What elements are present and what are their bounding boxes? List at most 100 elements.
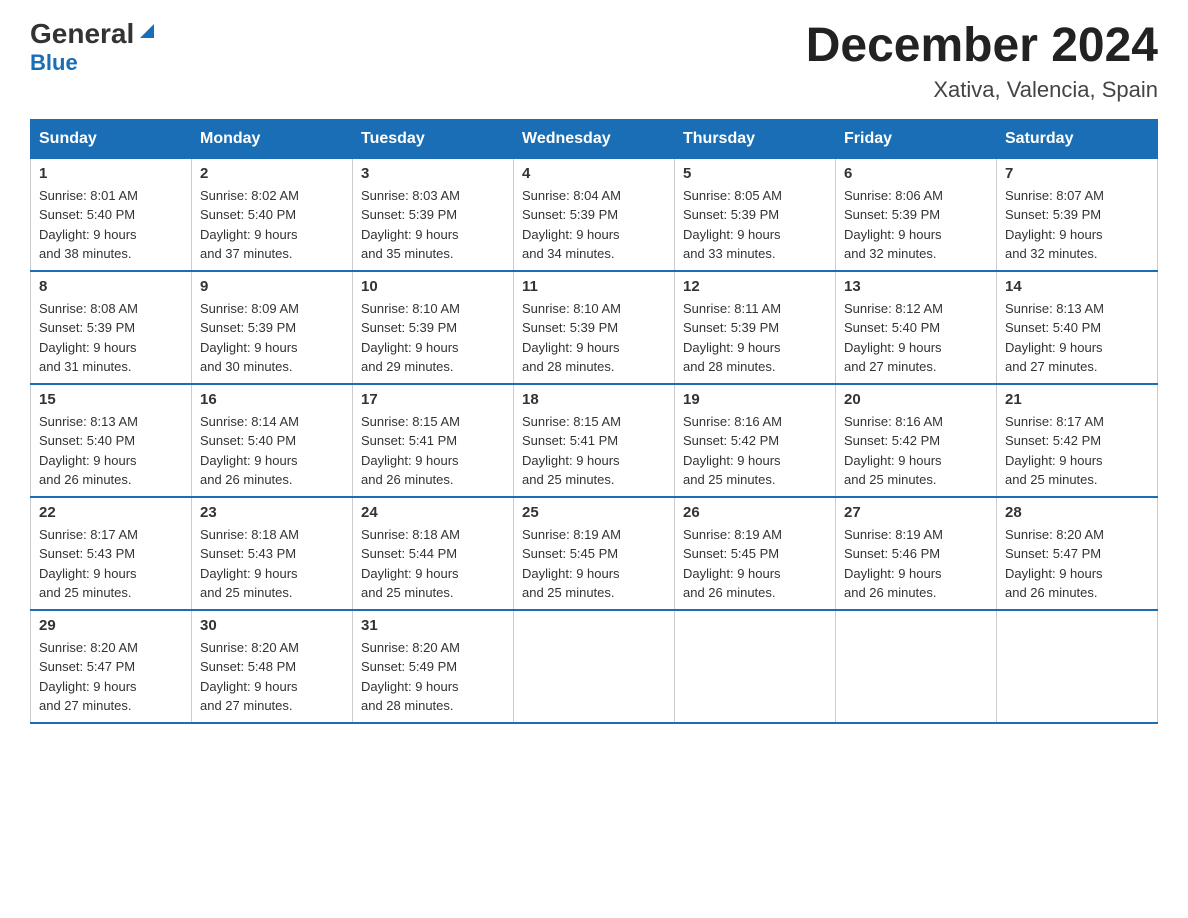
daylight-minutes: and 29 minutes. [361, 359, 454, 374]
daylight-label: Daylight: 9 hours [683, 227, 781, 242]
sunset-label: Sunset: 5:40 PM [200, 433, 296, 448]
sunrise-label: Sunrise: 8:01 AM [39, 188, 138, 203]
table-row [836, 610, 997, 723]
logo: General Blue [30, 20, 158, 76]
day-info: Sunrise: 8:17 AM Sunset: 5:42 PM Dayligh… [1005, 412, 1149, 490]
table-row: 11 Sunrise: 8:10 AM Sunset: 5:39 PM Dayl… [514, 271, 675, 384]
sunrise-label: Sunrise: 8:17 AM [39, 527, 138, 542]
daylight-label: Daylight: 9 hours [1005, 340, 1103, 355]
day-info: Sunrise: 8:17 AM Sunset: 5:43 PM Dayligh… [39, 525, 183, 603]
calendar-week-row: 1 Sunrise: 8:01 AM Sunset: 5:40 PM Dayli… [31, 158, 1158, 271]
col-monday: Monday [192, 119, 353, 158]
day-info: Sunrise: 8:02 AM Sunset: 5:40 PM Dayligh… [200, 186, 344, 264]
daylight-label: Daylight: 9 hours [844, 566, 942, 581]
day-number: 17 [361, 391, 505, 408]
day-info: Sunrise: 8:16 AM Sunset: 5:42 PM Dayligh… [844, 412, 988, 490]
daylight-label: Daylight: 9 hours [361, 679, 459, 694]
day-number: 4 [522, 165, 666, 182]
daylight-minutes: and 28 minutes. [361, 698, 454, 713]
sunset-label: Sunset: 5:39 PM [844, 207, 940, 222]
day-number: 25 [522, 504, 666, 521]
day-info: Sunrise: 8:09 AM Sunset: 5:39 PM Dayligh… [200, 299, 344, 377]
day-number: 18 [522, 391, 666, 408]
table-row: 27 Sunrise: 8:19 AM Sunset: 5:46 PM Dayl… [836, 497, 997, 610]
daylight-minutes: and 34 minutes. [522, 246, 615, 261]
sunset-label: Sunset: 5:39 PM [683, 207, 779, 222]
day-number: 3 [361, 165, 505, 182]
daylight-label: Daylight: 9 hours [1005, 566, 1103, 581]
daylight-minutes: and 25 minutes. [200, 585, 293, 600]
sunset-label: Sunset: 5:41 PM [522, 433, 618, 448]
day-number: 7 [1005, 165, 1149, 182]
sunrise-label: Sunrise: 8:19 AM [522, 527, 621, 542]
table-row: 24 Sunrise: 8:18 AM Sunset: 5:44 PM Dayl… [353, 497, 514, 610]
table-row: 28 Sunrise: 8:20 AM Sunset: 5:47 PM Dayl… [997, 497, 1158, 610]
daylight-label: Daylight: 9 hours [522, 340, 620, 355]
day-info: Sunrise: 8:18 AM Sunset: 5:43 PM Dayligh… [200, 525, 344, 603]
daylight-minutes: and 37 minutes. [200, 246, 293, 261]
day-info: Sunrise: 8:13 AM Sunset: 5:40 PM Dayligh… [39, 412, 183, 490]
daylight-label: Daylight: 9 hours [522, 227, 620, 242]
day-info: Sunrise: 8:01 AM Sunset: 5:40 PM Dayligh… [39, 186, 183, 264]
daylight-minutes: and 33 minutes. [683, 246, 776, 261]
day-number: 29 [39, 617, 183, 634]
daylight-label: Daylight: 9 hours [844, 340, 942, 355]
daylight-label: Daylight: 9 hours [361, 566, 459, 581]
day-info: Sunrise: 8:13 AM Sunset: 5:40 PM Dayligh… [1005, 299, 1149, 377]
sunset-label: Sunset: 5:45 PM [683, 546, 779, 561]
sunset-label: Sunset: 5:41 PM [361, 433, 457, 448]
table-row: 9 Sunrise: 8:09 AM Sunset: 5:39 PM Dayli… [192, 271, 353, 384]
day-number: 23 [200, 504, 344, 521]
daylight-minutes: and 27 minutes. [200, 698, 293, 713]
daylight-label: Daylight: 9 hours [200, 679, 298, 694]
daylight-label: Daylight: 9 hours [200, 566, 298, 581]
calendar-header: Sunday Monday Tuesday Wednesday Thursday… [31, 119, 1158, 158]
col-wednesday: Wednesday [514, 119, 675, 158]
daylight-label: Daylight: 9 hours [1005, 227, 1103, 242]
table-row: 22 Sunrise: 8:17 AM Sunset: 5:43 PM Dayl… [31, 497, 192, 610]
logo-blue-text: Blue [30, 50, 78, 76]
day-number: 13 [844, 278, 988, 295]
day-number: 26 [683, 504, 827, 521]
sunrise-label: Sunrise: 8:19 AM [683, 527, 782, 542]
sunrise-label: Sunrise: 8:15 AM [361, 414, 460, 429]
daylight-minutes: and 25 minutes. [39, 585, 132, 600]
col-thursday: Thursday [675, 119, 836, 158]
daylight-minutes: and 28 minutes. [683, 359, 776, 374]
sunrise-label: Sunrise: 8:10 AM [522, 301, 621, 316]
day-number: 6 [844, 165, 988, 182]
daylight-minutes: and 27 minutes. [1005, 359, 1098, 374]
calendar-week-row: 15 Sunrise: 8:13 AM Sunset: 5:40 PM Dayl… [31, 384, 1158, 497]
table-row: 26 Sunrise: 8:19 AM Sunset: 5:45 PM Dayl… [675, 497, 836, 610]
day-number: 2 [200, 165, 344, 182]
day-info: Sunrise: 8:08 AM Sunset: 5:39 PM Dayligh… [39, 299, 183, 377]
logo-general-text: General [30, 20, 134, 48]
table-row: 17 Sunrise: 8:15 AM Sunset: 5:41 PM Dayl… [353, 384, 514, 497]
daylight-minutes: and 26 minutes. [361, 472, 454, 487]
sunrise-label: Sunrise: 8:11 AM [683, 301, 781, 316]
daylight-minutes: and 26 minutes. [1005, 585, 1098, 600]
table-row: 19 Sunrise: 8:16 AM Sunset: 5:42 PM Dayl… [675, 384, 836, 497]
day-info: Sunrise: 8:06 AM Sunset: 5:39 PM Dayligh… [844, 186, 988, 264]
sunrise-label: Sunrise: 8:20 AM [1005, 527, 1104, 542]
table-row: 29 Sunrise: 8:20 AM Sunset: 5:47 PM Dayl… [31, 610, 192, 723]
sunrise-label: Sunrise: 8:05 AM [683, 188, 782, 203]
day-number: 15 [39, 391, 183, 408]
calendar-week-row: 22 Sunrise: 8:17 AM Sunset: 5:43 PM Dayl… [31, 497, 1158, 610]
daylight-minutes: and 32 minutes. [844, 246, 937, 261]
sunset-label: Sunset: 5:46 PM [844, 546, 940, 561]
day-info: Sunrise: 8:11 AM Sunset: 5:39 PM Dayligh… [683, 299, 827, 377]
table-row: 6 Sunrise: 8:06 AM Sunset: 5:39 PM Dayli… [836, 158, 997, 271]
day-info: Sunrise: 8:20 AM Sunset: 5:47 PM Dayligh… [1005, 525, 1149, 603]
table-row: 18 Sunrise: 8:15 AM Sunset: 5:41 PM Dayl… [514, 384, 675, 497]
day-number: 22 [39, 504, 183, 521]
page-header: General Blue December 2024 Xativa, Valen… [30, 20, 1158, 103]
day-info: Sunrise: 8:19 AM Sunset: 5:45 PM Dayligh… [683, 525, 827, 603]
day-info: Sunrise: 8:15 AM Sunset: 5:41 PM Dayligh… [361, 412, 505, 490]
table-row: 23 Sunrise: 8:18 AM Sunset: 5:43 PM Dayl… [192, 497, 353, 610]
col-sunday: Sunday [31, 119, 192, 158]
daylight-minutes: and 27 minutes. [39, 698, 132, 713]
daylight-label: Daylight: 9 hours [39, 453, 137, 468]
table-row: 20 Sunrise: 8:16 AM Sunset: 5:42 PM Dayl… [836, 384, 997, 497]
sunrise-label: Sunrise: 8:07 AM [1005, 188, 1104, 203]
